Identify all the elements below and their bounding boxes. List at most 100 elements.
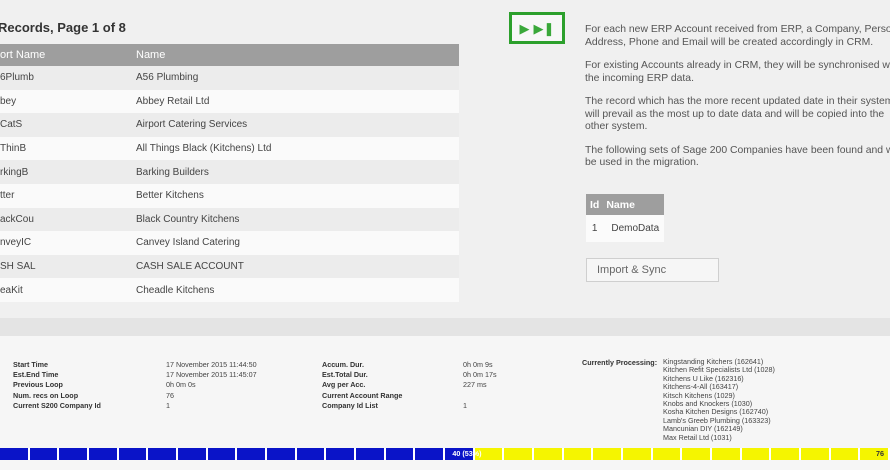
play-icon[interactable]: ▶ <box>520 22 530 35</box>
est-end-time-value: 17 November 2015 11:45:07 <box>166 370 257 380</box>
short-name-cell: tter <box>0 183 130 208</box>
progress-segment-pending <box>801 448 831 460</box>
progress-segment-pending <box>563 448 594 460</box>
progress-segment-complete <box>326 448 357 460</box>
stat-label: Accum. Dur. <box>322 360 364 369</box>
accum-duration-value: 0h 0m 9s <box>463 360 493 369</box>
skip-next-icon[interactable]: ▶❚ <box>534 22 555 35</box>
name-cell: Airport Catering Services <box>130 113 459 137</box>
description-paragraph: For existing Accounts already in CRM, th… <box>585 60 890 84</box>
table-row[interactable]: eaKit Cheadle Kitchens <box>0 278 459 302</box>
table-row[interactable]: CatS Airport Catering Services <box>0 113 459 137</box>
stat-label: Current Account Range <box>322 390 403 400</box>
name-cell: Black Country Kitchens <box>130 207 459 232</box>
separator-band <box>0 318 890 336</box>
stat-label: Company Id List <box>322 400 378 410</box>
progress-segment-pending <box>504 448 535 460</box>
table-row[interactable]: ackCou Black Country Kitchens <box>0 207 459 232</box>
stat-label: Num. recs on Loop <box>13 390 79 400</box>
column-header-company-name: Name <box>603 194 665 215</box>
progress-total-label: 76 <box>876 449 884 458</box>
name-cell: All Things Black (Kitchens) Ltd <box>130 136 459 161</box>
column-header-name: Name <box>130 44 459 66</box>
table-row[interactable]: 1 DemoData <box>586 215 665 242</box>
name-cell: Barking Builders <box>130 160 459 184</box>
progress-segment-pending <box>741 448 772 460</box>
name-cell: Abbey Retail Ltd <box>130 89 459 114</box>
short-name-cell: eaKit <box>0 278 130 302</box>
progress-segment-complete <box>118 448 149 460</box>
left-stat-values: 17 November 2015 11:44:50 17 November 20… <box>166 360 257 411</box>
progress-segment-complete <box>59 448 90 460</box>
companies-table: Id Name 1 DemoData <box>586 194 665 242</box>
column-header-id: Id <box>586 194 604 215</box>
name-cell: A56 Plumbing <box>130 66 459 90</box>
company-id-value: 1 <box>166 400 170 410</box>
records-header-row: ort Name Name <box>0 44 459 66</box>
table-row[interactable]: tter Better Kitchens <box>0 183 459 208</box>
progress-segment-complete <box>29 448 60 460</box>
short-name-cell: nveyIC <box>0 231 130 255</box>
table-row[interactable]: bey Abbey Retail Ltd <box>0 89 459 114</box>
column-header-short-name: ort Name <box>0 44 130 66</box>
table-row[interactable]: rkingB Barking Builders <box>0 160 459 184</box>
avg-per-account-value: 227 ms <box>463 380 487 390</box>
right-stat-labels: Accum. Dur. Est.Total Dur. Avg per Acc. … <box>322 360 402 411</box>
progress-segment-pending <box>652 448 683 460</box>
name-cell: Canvey Island Catering <box>130 231 459 255</box>
records-title: Records, Page 1 of 8 <box>0 20 126 35</box>
import-panel: Records, Page 1 of 8 ort Name Name 6Plum… <box>0 0 890 318</box>
right-stat-values: 0h 0m 9s 0h 0m 17s 227 ms 1 <box>463 360 497 411</box>
progress-segment-pending <box>830 448 861 460</box>
name-cell: CASH SALE ACCOUNT <box>130 254 459 279</box>
stat-label: Est.End Time <box>13 370 59 380</box>
list-item: Max Retail Ltd (1031) <box>663 432 732 442</box>
progress-segment-complete <box>385 448 416 460</box>
short-name-cell: bey <box>0 89 130 114</box>
records-table: ort Name Name 6Plumb A56 Plumbing bey Abbe… <box>0 44 459 302</box>
playback-controls: ▶ ▶❚ <box>509 12 565 44</box>
short-name-cell: ThinB <box>0 136 130 161</box>
progress-segment-pending <box>534 448 564 460</box>
est-total-duration-value: 0h 0m 17s <box>463 370 497 380</box>
description-paragraph: For each new ERP Account received from E… <box>585 24 890 48</box>
table-row[interactable]: 6Plumb A56 Plumbing <box>0 66 459 90</box>
progress-segment-complete <box>296 448 327 460</box>
progress-segment-complete <box>415 448 446 460</box>
progress-segment-complete <box>178 448 208 460</box>
processing-list: Kingstanding Kitchers (162641) Kitchen R… <box>663 357 775 442</box>
progress-segment-pending <box>682 448 713 460</box>
description-paragraph: The following sets of Sage 200 Companies… <box>585 144 890 169</box>
progress-segment-complete <box>207 448 238 460</box>
table-row[interactable]: nveyIC Canvey Island Catering <box>0 231 459 255</box>
company-id-cell: 1 <box>586 215 604 242</box>
stat-label: Current S200 Company Id <box>13 400 101 410</box>
num-recs-value: 76 <box>166 390 174 400</box>
progress-segment-complete <box>89 448 119 460</box>
progress-count-label: 40 (53%) <box>452 449 482 458</box>
table-row[interactable]: ThinB All Things Black (Kitchens) Ltd <box>0 136 459 161</box>
company-name-cell: DemoData <box>603 215 665 242</box>
short-name-cell: rkingB <box>0 160 130 184</box>
name-cell: Cheadle Kitchens <box>130 278 459 302</box>
stat-label: Previous Loop <box>13 380 63 390</box>
start-time-value: 17 November 2015 11:44:50 <box>166 360 257 369</box>
companies-header-row: Id Name <box>586 194 665 215</box>
processing-label: Currently Processing: <box>582 358 658 367</box>
table-row[interactable]: SH SAL CASH SALE ACCOUNT <box>0 254 459 279</box>
short-name-cell: SH SAL <box>0 254 130 279</box>
short-name-cell: 6Plumb <box>0 66 130 90</box>
stat-label: Est.Total Dur. <box>322 370 368 380</box>
previous-loop-value: 0h 0m 0s <box>166 380 196 390</box>
migration-description: For each new ERP Account received from E… <box>585 24 890 181</box>
progress-segment-complete <box>0 448 30 460</box>
import-sync-button[interactable]: Import & Sync <box>586 258 719 282</box>
company-id-list-value: 1 <box>463 400 467 410</box>
progress-segment-pending <box>771 448 802 460</box>
progress-segment-pending <box>593 448 624 460</box>
name-cell: Better Kitchens <box>130 183 459 208</box>
description-paragraph: The record which has the more recent upd… <box>585 96 890 132</box>
progress-segment-complete <box>148 448 179 460</box>
progress-segment-complete <box>237 448 268 460</box>
progress-segment-pending <box>623 448 653 460</box>
